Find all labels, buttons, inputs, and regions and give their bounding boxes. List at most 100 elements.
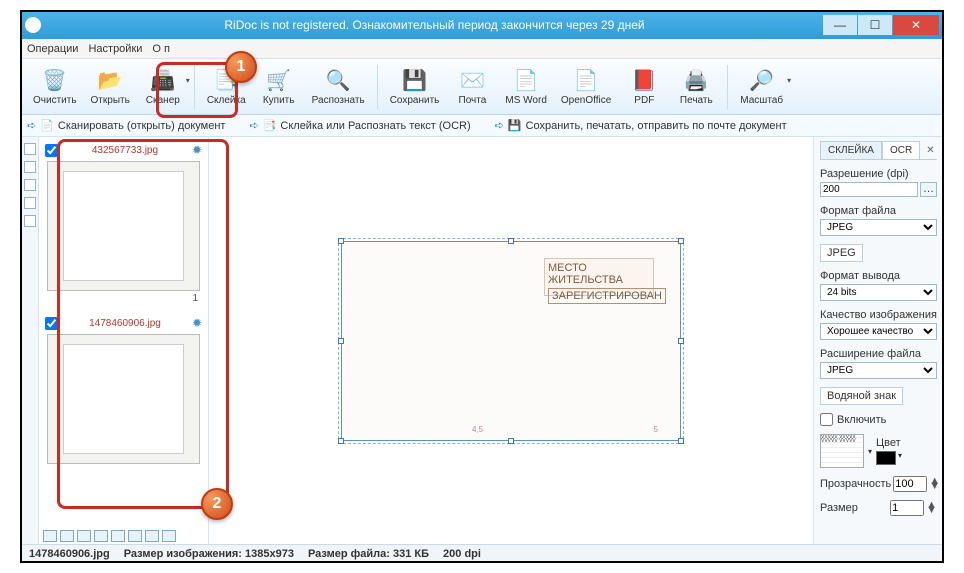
tool-button[interactable] xyxy=(43,530,57,542)
scanner-button[interactable]: 📠Сканер▾ xyxy=(138,62,188,112)
arrow-icon: ➪ xyxy=(249,119,258,132)
quality-select[interactable]: Хорошее качество xyxy=(820,323,937,340)
thumb-checkbox[interactable] xyxy=(45,317,58,330)
color-swatch[interactable] xyxy=(876,451,896,465)
clear-button[interactable]: 🗑️Очистить xyxy=(27,62,83,112)
tool-button[interactable] xyxy=(162,530,176,542)
tool-button[interactable] xyxy=(77,530,91,542)
save-icon: 💾 xyxy=(401,68,429,94)
titlebar: RiDoc is not registered. Ознакомительный… xyxy=(21,11,943,39)
tool-button[interactable] xyxy=(145,530,159,542)
chevron-down-icon: ▾ xyxy=(186,76,190,85)
thumb-image[interactable] xyxy=(47,161,200,291)
format-select[interactable]: JPEG xyxy=(820,219,937,236)
print-icon: 🖨️ xyxy=(682,68,710,94)
opacity-spinner: Прозрачность ▲▼ xyxy=(820,476,937,492)
preview-area[interactable]: МЕСТО ЖИТЕЛЬСТВА ЗАРЕГИСТРИРОВАН 4,5 5 xyxy=(209,137,813,544)
zoom-button[interactable]: 🔎Масштаб▾ xyxy=(734,62,789,112)
tool-button[interactable] xyxy=(60,530,74,542)
watermark-tab[interactable]: Водяной знак xyxy=(820,387,903,405)
maximize-button[interactable]: ☐ xyxy=(858,15,892,35)
opacity-input[interactable] xyxy=(893,476,927,492)
menubar: Операции Настройки О п xyxy=(21,39,943,59)
app-window: RiDoc is not registered. Ознакомительный… xyxy=(20,10,944,563)
menu-operations[interactable]: Операции xyxy=(27,43,78,55)
resize-handle[interactable] xyxy=(338,238,344,244)
tool-button[interactable] xyxy=(24,143,36,155)
tab-ocr[interactable]: OCR xyxy=(882,141,920,159)
right-tabs: СКЛЕЙКА OCR ✕ xyxy=(820,141,937,160)
thumb-number: 1 xyxy=(43,293,204,304)
tool-button[interactable] xyxy=(111,530,125,542)
thumbnail-panel: 432567733.jpg ✹ 1 1478460906.jpg ✹ xyxy=(39,137,209,544)
open-button[interactable]: 📂Открыть xyxy=(85,62,136,112)
mail-icon: ✉️ xyxy=(458,68,486,94)
size-spinner: Размер ▲▼ xyxy=(820,500,937,516)
jpeg-tab[interactable]: JPEG xyxy=(820,244,863,262)
hint-scan: ➪📄Сканировать (открыть) документ xyxy=(27,119,225,132)
resize-handle[interactable] xyxy=(678,238,684,244)
thumb-toolbar xyxy=(43,530,204,542)
menu-settings[interactable]: Настройки xyxy=(88,43,142,55)
print-button[interactable]: 🖨️Печать xyxy=(671,62,721,112)
minimize-button[interactable]: — xyxy=(823,15,857,35)
openoffice-icon: 📄 xyxy=(572,68,600,94)
stamp: МЕСТО ЖИТЕЛЬСТВА ЗАРЕГИСТРИРОВАН xyxy=(544,258,654,296)
resize-handle[interactable] xyxy=(338,338,344,344)
hint-save: ➪💾Сохранить, печатать, отправить по почт… xyxy=(495,119,787,132)
preview-document[interactable]: МЕСТО ЖИТЕЛЬСТВА ЗАРЕГИСТРИРОВАН 4,5 5 xyxy=(341,241,681,441)
buy-button[interactable]: 🛒Купить xyxy=(254,62,304,112)
separator xyxy=(377,65,378,109)
tool-button[interactable] xyxy=(24,161,36,173)
callout-1: 1 xyxy=(225,51,257,83)
left-toolstrip xyxy=(21,137,39,544)
arrow-icon: ➪ xyxy=(495,119,504,132)
thumbnail-item[interactable]: 432567733.jpg ✹ 1 xyxy=(43,141,204,304)
clear-icon: 🗑️ xyxy=(41,68,69,94)
size-input[interactable] xyxy=(890,500,924,516)
resolution-input[interactable] xyxy=(820,182,918,197)
resize-handle[interactable] xyxy=(508,438,514,444)
zoom-icon: 🔎 xyxy=(748,68,776,94)
watermark-checkbox[interactable] xyxy=(820,413,833,426)
page-number: 4,5 xyxy=(472,425,483,434)
gear-icon[interactable]: ✹ xyxy=(192,316,202,330)
word-button[interactable]: 📄MS Word xyxy=(499,62,553,112)
tab-glue[interactable]: СКЛЕЙКА xyxy=(820,141,882,159)
mail-button[interactable]: ✉️Почта xyxy=(447,62,497,112)
tool-button[interactable] xyxy=(128,530,142,542)
save-button[interactable]: 💾Сохранить xyxy=(384,62,446,112)
gear-icon[interactable]: ✹ xyxy=(192,143,202,157)
tool-button[interactable] xyxy=(24,179,36,191)
thumb-checkbox[interactable] xyxy=(45,144,58,157)
resize-handle[interactable] xyxy=(338,438,344,444)
ext-select[interactable]: JPEG xyxy=(820,362,937,379)
menu-about[interactable]: О п xyxy=(152,43,170,55)
tool-button[interactable] xyxy=(24,215,36,227)
more-button[interactable]: … xyxy=(920,182,937,197)
openoffice-button[interactable]: 📄OpenOffice xyxy=(555,62,617,112)
resize-handle[interactable] xyxy=(508,238,514,244)
separator xyxy=(194,65,195,109)
resize-handle[interactable] xyxy=(678,438,684,444)
close-panel-button[interactable]: ✕ xyxy=(920,143,940,158)
field-output: Формат вывода 24 bits xyxy=(820,270,937,301)
hint-glue: ➪📑Склейка или Распознать текст (OCR) xyxy=(249,119,470,132)
thumb-image[interactable] xyxy=(47,334,200,464)
watermark-pattern[interactable]: VVVVV VVVVV VVVVV VVVVV xyxy=(820,434,864,468)
ocr-button[interactable]: 🔍Распознать xyxy=(306,62,371,112)
thumb-filename: 432567733.jpg xyxy=(62,145,188,156)
close-button[interactable]: ✕ xyxy=(893,15,939,35)
tool-button[interactable] xyxy=(24,197,36,209)
thumbnail-item[interactable]: 1478460906.jpg ✹ xyxy=(43,314,204,464)
resize-handle[interactable] xyxy=(678,338,684,344)
output-select[interactable]: 24 bits xyxy=(820,284,937,301)
tool-button[interactable] xyxy=(94,530,108,542)
pdf-button[interactable]: 📕PDF xyxy=(619,62,669,112)
arrow-icon: ➪ xyxy=(27,119,36,132)
callout-2: 2 xyxy=(201,488,233,520)
status-filename: 1478460906.jpg xyxy=(29,548,110,560)
buy-icon: 🛒 xyxy=(265,68,293,94)
status-bar: 1478460906.jpg Размер изображения: 1385x… xyxy=(21,544,943,562)
status-dpi: 200 dpi xyxy=(443,548,481,560)
